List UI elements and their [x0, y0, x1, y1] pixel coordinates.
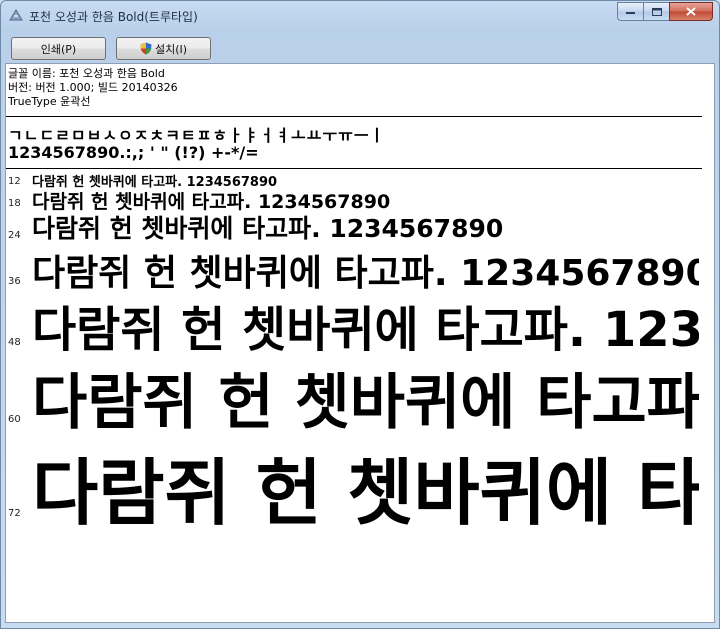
- install-button[interactable]: 설치(I): [116, 37, 211, 60]
- title-bar[interactable]: 포천 오성과 한음 Bold(트루타입): [1, 1, 719, 31]
- toolbar: 인쇄(P) 설치(I): [7, 31, 715, 65]
- sample-text-24: 다람쥐 헌 쳇바퀴에 타고파. 1234567890: [32, 214, 504, 243]
- window-title: 포천 오성과 한음 Bold(트루타입): [29, 10, 198, 24]
- maximize-icon: [651, 7, 662, 16]
- window-bottom-edge: [1, 621, 719, 628]
- install-button-label: 설치(I): [154, 42, 188, 56]
- maximize-button[interactable]: [643, 2, 669, 21]
- size-label-18: 18: [8, 198, 21, 209]
- minimize-button[interactable]: [617, 2, 643, 21]
- sample-text-48: 다람쥐 헌 쳇바퀴에 타고파. 1234567890: [32, 302, 699, 358]
- sample-text-36: 다람쥐 헌 쳇바퀴에 타고파. 1234567890: [32, 253, 699, 294]
- font-viewer-window: 포천 오성과 한음 Bold(트루타입) 인쇄(P) 설치(I) 글꼴 이름: …: [0, 0, 720, 629]
- size-label-72: 72: [8, 508, 21, 519]
- font-preview-pane[interactable]: 글꼴 이름: 포천 오성과 한음 Bold 버전: 버전 1.000; 빌드 2…: [5, 63, 715, 623]
- samples-area: 12 다람쥐 헌 쳇바퀴에 타고파. 1234567890 18 다람쥐 헌 쳇…: [6, 64, 699, 622]
- sample-text-60: 다람쥐 헌 쳇바퀴에 타고파. 1234567890: [32, 368, 699, 438]
- caption-buttons: [617, 2, 713, 21]
- size-label-36: 36: [8, 276, 21, 287]
- size-label-48: 48: [8, 337, 21, 348]
- close-button[interactable]: [669, 2, 713, 21]
- size-label-60: 60: [8, 414, 21, 425]
- size-label-12: 12: [8, 176, 21, 187]
- print-button-label: 인쇄(P): [40, 42, 77, 56]
- size-label-24: 24: [8, 230, 21, 241]
- shield-icon: [140, 42, 152, 55]
- close-icon: [686, 7, 696, 16]
- font-app-icon: [9, 9, 23, 21]
- sample-text-72: 다람쥐 헌 쳇바퀴에 타고파. 1234567890: [32, 451, 699, 535]
- print-button[interactable]: 인쇄(P): [11, 37, 106, 60]
- minimize-icon: [626, 11, 635, 14]
